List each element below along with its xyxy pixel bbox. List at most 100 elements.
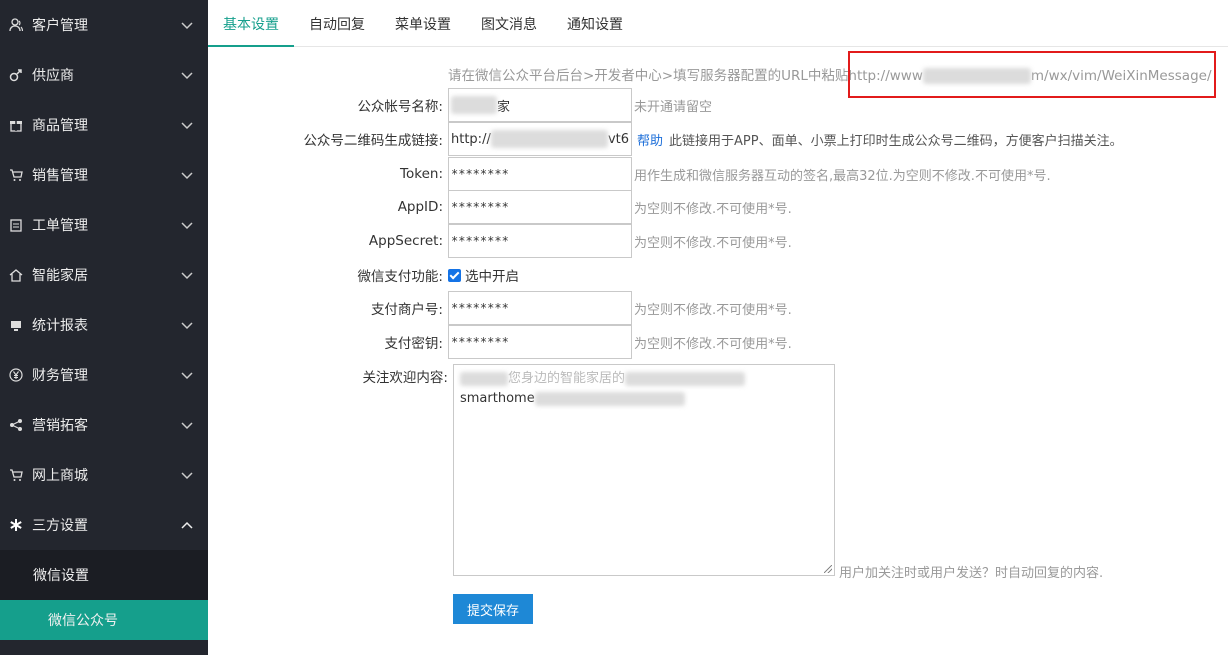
- home-icon: [8, 267, 24, 283]
- appid-label: AppID:: [397, 199, 443, 215]
- tab-notify-settings[interactable]: 通知设置: [552, 0, 638, 46]
- sidebar-item-finance[interactable]: 财务管理: [0, 350, 208, 400]
- sidebar-item-workorder[interactable]: 工单管理: [0, 200, 208, 250]
- sidebar-item-sales[interactable]: 销售管理: [0, 150, 208, 200]
- sidebar-item-label: 营销拓客: [32, 418, 88, 434]
- row-appsecret: AppSecret: ******** 为空则不修改.不可使用*号.: [208, 224, 792, 258]
- qr-link-field[interactable]: http:// vt6: [448, 122, 632, 156]
- pay-key-hint: 为空则不修改.不可使用*号.: [634, 336, 792, 352]
- token-label: Token:: [400, 166, 443, 182]
- help-link[interactable]: 帮助: [637, 130, 663, 149]
- appsecret-field[interactable]: ********: [448, 224, 632, 258]
- chevron-down-icon: [181, 172, 193, 180]
- wechat-pay-toggle[interactable]: 选中开启: [448, 265, 519, 285]
- chevron-down-icon: [181, 422, 193, 430]
- token-field[interactable]: ********: [448, 157, 632, 191]
- appsecret-hint: 为空则不修改.不可使用*号.: [634, 235, 792, 251]
- account-name-field[interactable]: 家: [448, 88, 632, 122]
- wechat-pay-checkbox-label: 选中开启: [465, 269, 519, 285]
- qr-link-value: http://: [451, 131, 491, 147]
- appid-hint: 为空则不修改.不可使用*号.: [634, 201, 792, 217]
- sidebar-item-customer[interactable]: 客户管理: [0, 0, 208, 50]
- appid-field[interactable]: ********: [448, 190, 632, 224]
- sidebar-item-label: 智能家居: [32, 268, 88, 284]
- clipboard-icon: [8, 217, 24, 233]
- male-icon: [8, 67, 24, 83]
- sidebar-item-label: 商品管理: [32, 118, 88, 134]
- sidebar-item-label: 统计报表: [32, 318, 88, 334]
- chevron-down-icon: [181, 22, 193, 30]
- welcome-line-2: smarthome: [460, 389, 828, 409]
- sidebar-item-label: 工单管理: [32, 218, 88, 234]
- welcome-hint: 用户加关注时或用户发送？时自动回复的内容.: [839, 566, 1104, 581]
- cart-icon: [8, 167, 24, 183]
- sidebar-subitem-wechat-settings[interactable]: 微信设置: [0, 550, 208, 600]
- redacted-block: [460, 371, 508, 386]
- qr-link-label: 公众号二维码生成链接:: [303, 133, 443, 149]
- highlight-box: [848, 51, 1216, 98]
- chevron-up-icon: [181, 521, 193, 529]
- redacted-block: [451, 96, 497, 114]
- row-account-name: 公众帐号名称: 家 未开通请留空: [208, 88, 712, 122]
- row-qr-link: 公众号二维码生成链接: http:// vt6 帮助 此链接用于APP、面单、小票…: [208, 122, 1123, 156]
- row-pay-key: 支付密钥: ******** 为空则不修改.不可使用*号.: [208, 325, 792, 359]
- sidebar-item-supplier[interactable]: 供应商: [0, 50, 208, 100]
- tab-bar: 基本设置 自动回复 菜单设置 图文消息 通知设置: [208, 0, 1228, 47]
- welcome-line-1: 您身边的智能家居的: [460, 369, 828, 389]
- row-wechat-pay: 微信支付功能: 选中开启: [208, 258, 519, 292]
- row-merchant-id: 支付商户号: ******** 为空则不修改.不可使用*号.: [208, 291, 792, 325]
- tab-auto-reply[interactable]: 自动回复: [294, 0, 380, 46]
- yen-icon: [8, 367, 24, 383]
- sidebar: 客户管理 供应商 商品管理 销售管理 工单管理 智能家居 统计报表 财务管理 营…: [0, 0, 208, 655]
- resize-handle[interactable]: [824, 565, 832, 573]
- chevron-down-icon: [181, 222, 193, 230]
- sidebar-item-label: 网上商城: [32, 468, 88, 484]
- wechat-pay-label: 微信支付功能:: [357, 269, 443, 285]
- qr-link-tail: vt6: [607, 131, 629, 147]
- monitor-icon: [8, 317, 24, 333]
- chevron-down-icon: [181, 122, 193, 130]
- sidebar-item-label: 供应商: [32, 68, 74, 84]
- sidebar-item-label: 销售管理: [32, 168, 88, 184]
- redacted-block: [534, 391, 685, 406]
- pay-key-label: 支付密钥:: [384, 336, 443, 352]
- tab-menu-settings[interactable]: 菜单设置: [380, 0, 466, 46]
- sidebar-item-products[interactable]: 商品管理: [0, 100, 208, 150]
- sidebar-item-mall[interactable]: 网上商城: [0, 450, 208, 500]
- sidebar-item-third-party[interactable]: 三方设置: [0, 500, 208, 550]
- merchant-id-hint: 为空则不修改.不可使用*号.: [634, 302, 792, 318]
- submit-save-button[interactable]: 提交保存: [453, 594, 533, 624]
- chevron-down-icon: [181, 322, 193, 330]
- pay-key-field[interactable]: ********: [448, 325, 632, 359]
- account-name-label: 公众帐号名称:: [357, 99, 443, 115]
- share-icon: [8, 417, 24, 433]
- chevron-down-icon: [181, 372, 193, 380]
- snowflake-icon: [8, 517, 24, 533]
- sidebar-item-label: 财务管理: [32, 368, 88, 384]
- account-name-hint: 未开通请留空: [634, 99, 713, 115]
- main-content: 基本设置 自动回复 菜单设置 图文消息 通知设置 请在微信公众平台后台>开发者中…: [208, 0, 1228, 655]
- sidebar-item-label: 客户管理: [32, 18, 88, 34]
- tab-basic-settings[interactable]: 基本设置: [208, 0, 294, 47]
- welcome-line-2-text: smarthome: [460, 391, 535, 406]
- token-hint: 用作生成和微信服务器互动的签名,最高32位.为空则不修改.不可使用*号.: [634, 168, 1051, 184]
- qr-link-hint: 此链接用于APP、面单、小票上打印时生成公众号二维码，方便客户扫描关注。: [669, 133, 1123, 149]
- welcome-textarea[interactable]: 您身边的智能家居的 smarthome: [453, 364, 835, 576]
- sidebar-item-smarthome[interactable]: 智能家居: [0, 250, 208, 300]
- account-name-value: 家: [497, 99, 511, 115]
- tab-news-messages[interactable]: 图文消息: [466, 0, 552, 46]
- cart-icon: [8, 467, 24, 483]
- sidebar-item-marketing[interactable]: 营销拓客: [0, 400, 208, 450]
- merchant-id-field[interactable]: ********: [448, 291, 632, 325]
- row-appid: AppID: ******** 为空则不修改.不可使用*号.: [208, 190, 792, 224]
- wechat-pay-checkbox[interactable]: [448, 268, 461, 282]
- welcome-line-1-text: 您身边的智能家居的: [508, 371, 626, 386]
- notice-text: 请在微信公众平台后台>开发者中心>填写服务器配置的URL中粘贴: [448, 68, 849, 84]
- welcome-label: 关注欢迎内容:: [362, 370, 448, 386]
- chevron-down-icon: [181, 272, 193, 280]
- sidebar-item-reports[interactable]: 统计报表: [0, 300, 208, 350]
- chevron-down-icon: [181, 72, 193, 80]
- app-window: 客户管理 供应商 商品管理 销售管理 工单管理 智能家居 统计报表 财务管理 营…: [0, 0, 1228, 655]
- sidebar-subitem-wechat-official[interactable]: 微信公众号: [0, 600, 208, 640]
- row-token: Token: ******** 用作生成和微信服务器互动的签名,最高32位.为空…: [208, 157, 1051, 191]
